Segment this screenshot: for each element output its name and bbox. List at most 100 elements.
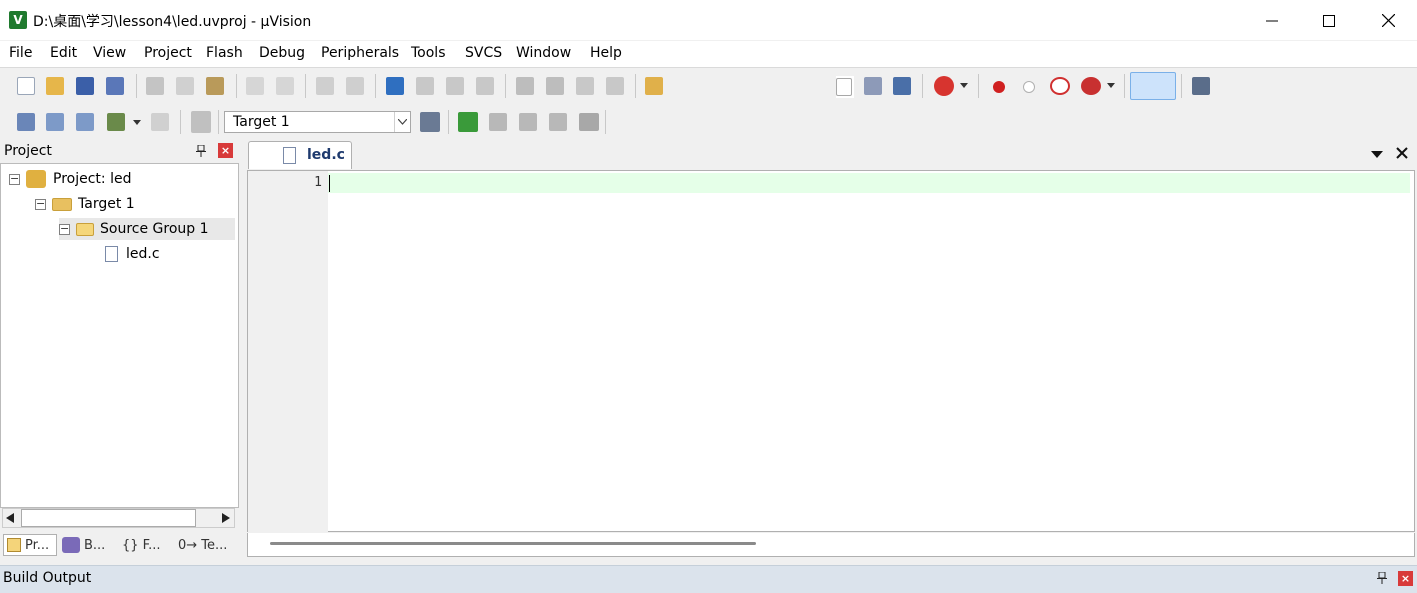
tree-item-project[interactable]: − Project: led: [9, 168, 131, 190]
scroll-left-icon[interactable]: [6, 513, 14, 523]
comment-icon[interactable]: [576, 77, 594, 95]
build-icon[interactable]: [46, 113, 64, 131]
toolbar-separator: [180, 110, 181, 134]
tab-list-dropdown-icon[interactable]: [1371, 151, 1383, 159]
collapse-icon[interactable]: −: [9, 173, 20, 185]
save-icon[interactable]: [76, 77, 94, 95]
new-file-icon[interactable]: [17, 77, 35, 95]
editor-scrollbar-thumb[interactable]: [270, 542, 756, 545]
debug-session-icon[interactable]: [934, 76, 954, 96]
target-select[interactable]: Target 1: [224, 111, 411, 133]
menu-file[interactable]: File: [9, 45, 32, 61]
uvision-logo-icon: V: [9, 11, 27, 29]
next-bookmark-icon[interactable]: [446, 77, 464, 95]
rebuild-icon[interactable]: [76, 113, 94, 131]
find-in-files-icon[interactable]: [645, 77, 663, 95]
tab-led-c-label: led.c: [307, 147, 345, 163]
maximize-button[interactable]: [1300, 0, 1358, 41]
bookmark-icon[interactable]: [386, 77, 404, 95]
cut-icon[interactable]: [146, 77, 164, 95]
translate-icon[interactable]: [17, 113, 35, 131]
menu-view[interactable]: View: [93, 45, 126, 61]
breakpoint-icon[interactable]: [993, 81, 1005, 93]
current-line-highlight: [328, 173, 1410, 193]
tab-templates[interactable]: 0→ Te...: [178, 534, 234, 556]
kill-breakpoints-icon[interactable]: [1081, 77, 1101, 95]
unindent-icon[interactable]: [546, 77, 564, 95]
toolbar-separator: [375, 74, 376, 98]
tree-label-target: Target 1: [78, 196, 135, 212]
code-editor[interactable]: 1: [247, 170, 1415, 533]
project-tree-scrollbar[interactable]: [2, 508, 235, 528]
menu-svcs[interactable]: SVCS: [465, 45, 502, 61]
disable-breakpoint-icon[interactable]: [1023, 81, 1035, 93]
tree-item-source-group[interactable]: − Source Group 1: [59, 218, 235, 240]
prev-bookmark-icon[interactable]: [416, 77, 434, 95]
tab-functions-label: {} F...: [122, 537, 161, 553]
text-caret: [329, 175, 330, 192]
paste-icon[interactable]: [206, 77, 224, 95]
tab-functions[interactable]: {} F...: [122, 534, 172, 556]
tab-project[interactable]: Pr...: [3, 534, 57, 556]
menu-project[interactable]: Project: [144, 45, 192, 61]
menu-edit[interactable]: Edit: [50, 45, 77, 61]
disable-all-breakpoints-icon[interactable]: [1050, 77, 1070, 95]
find-icon[interactable]: [864, 77, 882, 95]
toolbar-separator: [136, 74, 137, 98]
line-number-gutter: 1: [248, 171, 328, 533]
pin-icon[interactable]: [196, 145, 206, 157]
editor-horizontal-scrollbar[interactable]: [247, 533, 1415, 557]
uncomment-icon[interactable]: [606, 77, 624, 95]
tree-item-target[interactable]: − Target 1: [35, 193, 135, 215]
manage-components-icon[interactable]: [458, 112, 478, 132]
undo-icon[interactable]: [246, 77, 264, 95]
scrollbar-thumb[interactable]: [21, 509, 196, 527]
save-all-icon[interactable]: [106, 77, 124, 95]
menu-help[interactable]: Help: [590, 45, 622, 61]
batch-build-icon[interactable]: [107, 113, 125, 131]
window-layout-icon[interactable]: [1130, 72, 1176, 100]
close-tab-icon[interactable]: [1396, 147, 1408, 159]
tab-led-c[interactable]: led.c: [248, 141, 352, 169]
menu-tools[interactable]: Tools: [411, 45, 446, 61]
window-title: D:\桌面\学习\lesson4\led.uvproj - µVision: [33, 14, 312, 30]
configure-icon[interactable]: [1192, 77, 1210, 95]
clear-bookmarks-icon[interactable]: [476, 77, 494, 95]
chevron-down-icon[interactable]: [1107, 83, 1115, 89]
menu-window[interactable]: Window: [516, 45, 571, 61]
collapse-icon[interactable]: −: [59, 223, 70, 235]
chevron-down-icon[interactable]: [960, 83, 968, 89]
tab-books[interactable]: B...: [62, 534, 114, 556]
settings-icon[interactable]: [579, 113, 599, 131]
tree-item-file[interactable]: led.c: [105, 243, 160, 265]
stop-build-icon[interactable]: [151, 113, 169, 131]
menu-peripherals[interactable]: Peripherals: [321, 45, 399, 61]
project-bottom-tabs: Pr... B... {} F... 0→ Te...: [0, 532, 239, 558]
find-dropdown-arrow-icon[interactable]: [836, 78, 852, 96]
incremental-find-icon[interactable]: [893, 77, 911, 95]
nav-forward-icon[interactable]: [346, 77, 364, 95]
target-options-icon[interactable]: [420, 112, 440, 132]
pin-icon[interactable]: [1377, 572, 1387, 584]
chevron-down-icon[interactable]: [133, 120, 141, 126]
pack-installer-icon[interactable]: [519, 113, 537, 131]
minimize-button[interactable]: [1243, 0, 1301, 41]
select-packs-icon[interactable]: [489, 113, 507, 131]
indent-icon[interactable]: [516, 77, 534, 95]
toolbar-separator: [605, 110, 606, 134]
close-panel-icon[interactable]: ×: [218, 143, 233, 158]
open-icon[interactable]: [46, 77, 64, 95]
manage-run-time-icon[interactable]: [549, 113, 567, 131]
close-button[interactable]: [1359, 0, 1417, 41]
nav-back-icon[interactable]: [316, 77, 334, 95]
copy-icon[interactable]: [176, 77, 194, 95]
close-panel-icon[interactable]: ×: [1398, 571, 1413, 586]
toolbar-separator: [1124, 74, 1125, 98]
download-icon[interactable]: [191, 111, 211, 133]
redo-icon[interactable]: [276, 77, 294, 95]
menu-debug[interactable]: Debug: [259, 45, 305, 61]
scroll-right-icon[interactable]: [222, 513, 230, 523]
collapse-icon[interactable]: −: [35, 198, 46, 210]
tree-label-file: led.c: [126, 246, 160, 262]
menu-flash[interactable]: Flash: [206, 45, 243, 61]
